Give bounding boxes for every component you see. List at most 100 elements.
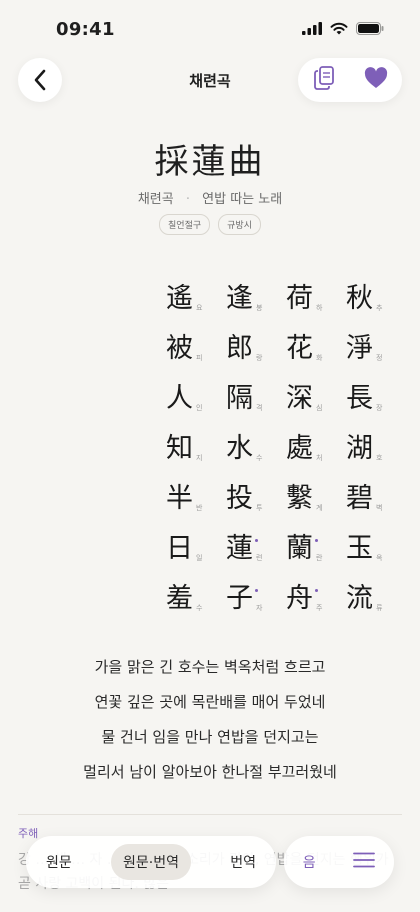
poem-character[interactable]: 荷하 xyxy=(280,272,340,322)
poem-character[interactable]: 知지 xyxy=(160,422,220,472)
hanja-character: 水 xyxy=(226,433,253,464)
status-time: 09:41 xyxy=(56,19,115,40)
heart-icon xyxy=(364,67,387,88)
hanja-character: 隔 xyxy=(226,383,253,414)
subtitle-reading: 채련곡 xyxy=(137,192,174,207)
hanja-character: 荷 xyxy=(286,283,313,314)
poem-character[interactable]: 日일 xyxy=(160,522,220,572)
poem-character[interactable]: 郎랑 xyxy=(220,322,280,372)
hanja-character: 流 xyxy=(346,583,373,614)
hangul-reading: 계 xyxy=(316,504,323,512)
poem-character[interactable]: 水수 xyxy=(220,422,280,472)
status-icons xyxy=(302,22,384,35)
tab-original-translation[interactable]: 원문·번역 xyxy=(111,844,191,880)
hangul-reading: 수 xyxy=(256,454,263,462)
hangul-reading: 정 xyxy=(376,354,383,362)
status-bar: 09:41 xyxy=(0,0,420,56)
hanja-character: 玉 xyxy=(346,533,373,564)
hanja-character: 蘭 xyxy=(286,533,313,564)
cellular-signal-icon xyxy=(302,22,322,35)
hanja-character: 知 xyxy=(166,433,193,464)
poem-character[interactable]: 湖호 xyxy=(340,422,400,472)
poem-subtitle: 채련곡 · 연밥 따는 노래 xyxy=(0,188,420,207)
copy-button[interactable] xyxy=(313,65,335,95)
header-actions xyxy=(298,58,402,102)
hangul-reading: 일 xyxy=(196,554,203,562)
poem-character[interactable]: 碧벽 xyxy=(340,472,400,522)
hangul-reading: 옥 xyxy=(376,554,383,562)
reading-controls: 음 xyxy=(284,836,394,888)
poem-character[interactable]: 長장 xyxy=(340,372,400,422)
poem-character[interactable]: 玉옥 xyxy=(340,522,400,572)
wifi-icon xyxy=(330,22,348,35)
hanja-character: 日 xyxy=(166,533,193,564)
hangul-reading: 심 xyxy=(316,404,323,412)
view-mode-tabs: 원문 원문·번역 번역 xyxy=(26,836,276,888)
poem-character[interactable]: 半반 xyxy=(160,472,220,522)
hangul-reading: 반 xyxy=(196,504,203,512)
poem-character[interactable]: 逢봉 xyxy=(220,272,280,322)
poem-character[interactable]: 花화 xyxy=(280,322,340,372)
hangul-reading: 추 xyxy=(376,304,383,312)
hanja-character: 繫 xyxy=(286,483,313,514)
poem-character[interactable]: 隔격 xyxy=(220,372,280,422)
hanja-character: 郎 xyxy=(226,333,253,364)
favorite-button[interactable] xyxy=(364,67,388,93)
poem-character[interactable]: 蘭란 xyxy=(280,522,340,572)
poem-character[interactable]: 蓮련 xyxy=(220,522,280,572)
menu-button[interactable] xyxy=(353,852,376,872)
copy-icon xyxy=(313,66,334,90)
poem-character[interactable]: 羞수 xyxy=(160,572,220,622)
poem-character[interactable]: 人인 xyxy=(160,372,220,422)
poem-text-grid: 秋추淨정長장湖호碧벽玉옥流류荷하花화深심處처繫계蘭란舟주逢봉郎랑隔격水수投투蓮련… xyxy=(160,272,400,622)
poem-character[interactable]: 遙요 xyxy=(160,272,220,322)
hanja-character: 深 xyxy=(286,383,313,414)
hanja-character: 秋 xyxy=(346,283,373,314)
hanja-character: 子 xyxy=(226,583,253,614)
poem-column: 荷하花화深심處처繫계蘭란舟주 xyxy=(280,272,340,622)
menu-icon xyxy=(353,852,376,868)
hangul-reading: 벽 xyxy=(376,504,383,512)
poem-character[interactable]: 被피 xyxy=(160,322,220,372)
tag-form[interactable]: 칠언절구 xyxy=(159,214,211,235)
hangul-reading: 투 xyxy=(256,504,263,512)
poem-character[interactable]: 處처 xyxy=(280,422,340,472)
pronunciation-toggle[interactable]: 음 xyxy=(303,852,316,872)
annotation-marker xyxy=(315,539,318,542)
hangul-reading: 호 xyxy=(376,454,383,462)
separator-dot: · xyxy=(185,192,190,207)
hangul-reading: 격 xyxy=(256,404,263,412)
poem-character[interactable]: 子자 xyxy=(220,572,280,622)
poem-column: 逢봉郎랑隔격水수投투蓮련子자 xyxy=(220,272,280,622)
poem-character[interactable]: 淨정 xyxy=(340,322,400,372)
hangul-reading: 장 xyxy=(376,404,383,412)
hangul-reading: 지 xyxy=(196,454,203,462)
hanja-character: 被 xyxy=(166,333,193,364)
tab-original[interactable]: 원문 xyxy=(34,844,84,880)
poem-tags: 칠언절구 규방시 xyxy=(0,214,420,235)
poem-column: 遙요被피人인知지半반日일羞수 xyxy=(160,272,220,622)
hanja-character: 淨 xyxy=(346,333,373,364)
hangul-reading: 봉 xyxy=(256,304,263,312)
annotation-marker xyxy=(255,589,258,592)
poem-character[interactable]: 舟주 xyxy=(280,572,340,622)
hanja-character: 人 xyxy=(166,383,193,414)
translation-line: 가을 맑은 긴 호수는 벽옥처럼 흐르고 xyxy=(94,658,326,676)
hangul-reading: 주 xyxy=(316,604,323,612)
annotation-marker xyxy=(255,539,258,542)
tab-translation[interactable]: 번역 xyxy=(218,844,268,880)
poem-character[interactable]: 秋추 xyxy=(340,272,400,322)
battery-icon xyxy=(356,22,384,35)
hangul-reading: 인 xyxy=(196,404,203,412)
poem-character[interactable]: 繫계 xyxy=(280,472,340,522)
section-divider xyxy=(18,814,402,815)
hanja-character: 湖 xyxy=(346,433,373,464)
poem-column: 秋추淨정長장湖호碧벽玉옥流류 xyxy=(340,272,400,622)
hanja-character: 投 xyxy=(226,483,253,514)
poem-character[interactable]: 流류 xyxy=(340,572,400,622)
hanja-character: 碧 xyxy=(346,483,373,514)
poem-character[interactable]: 投투 xyxy=(220,472,280,522)
tag-genre[interactable]: 규방시 xyxy=(218,214,261,235)
poem-character[interactable]: 深심 xyxy=(280,372,340,422)
translation-line: 멀리서 남이 알아보아 한나절 부끄러웠네 xyxy=(83,763,337,781)
